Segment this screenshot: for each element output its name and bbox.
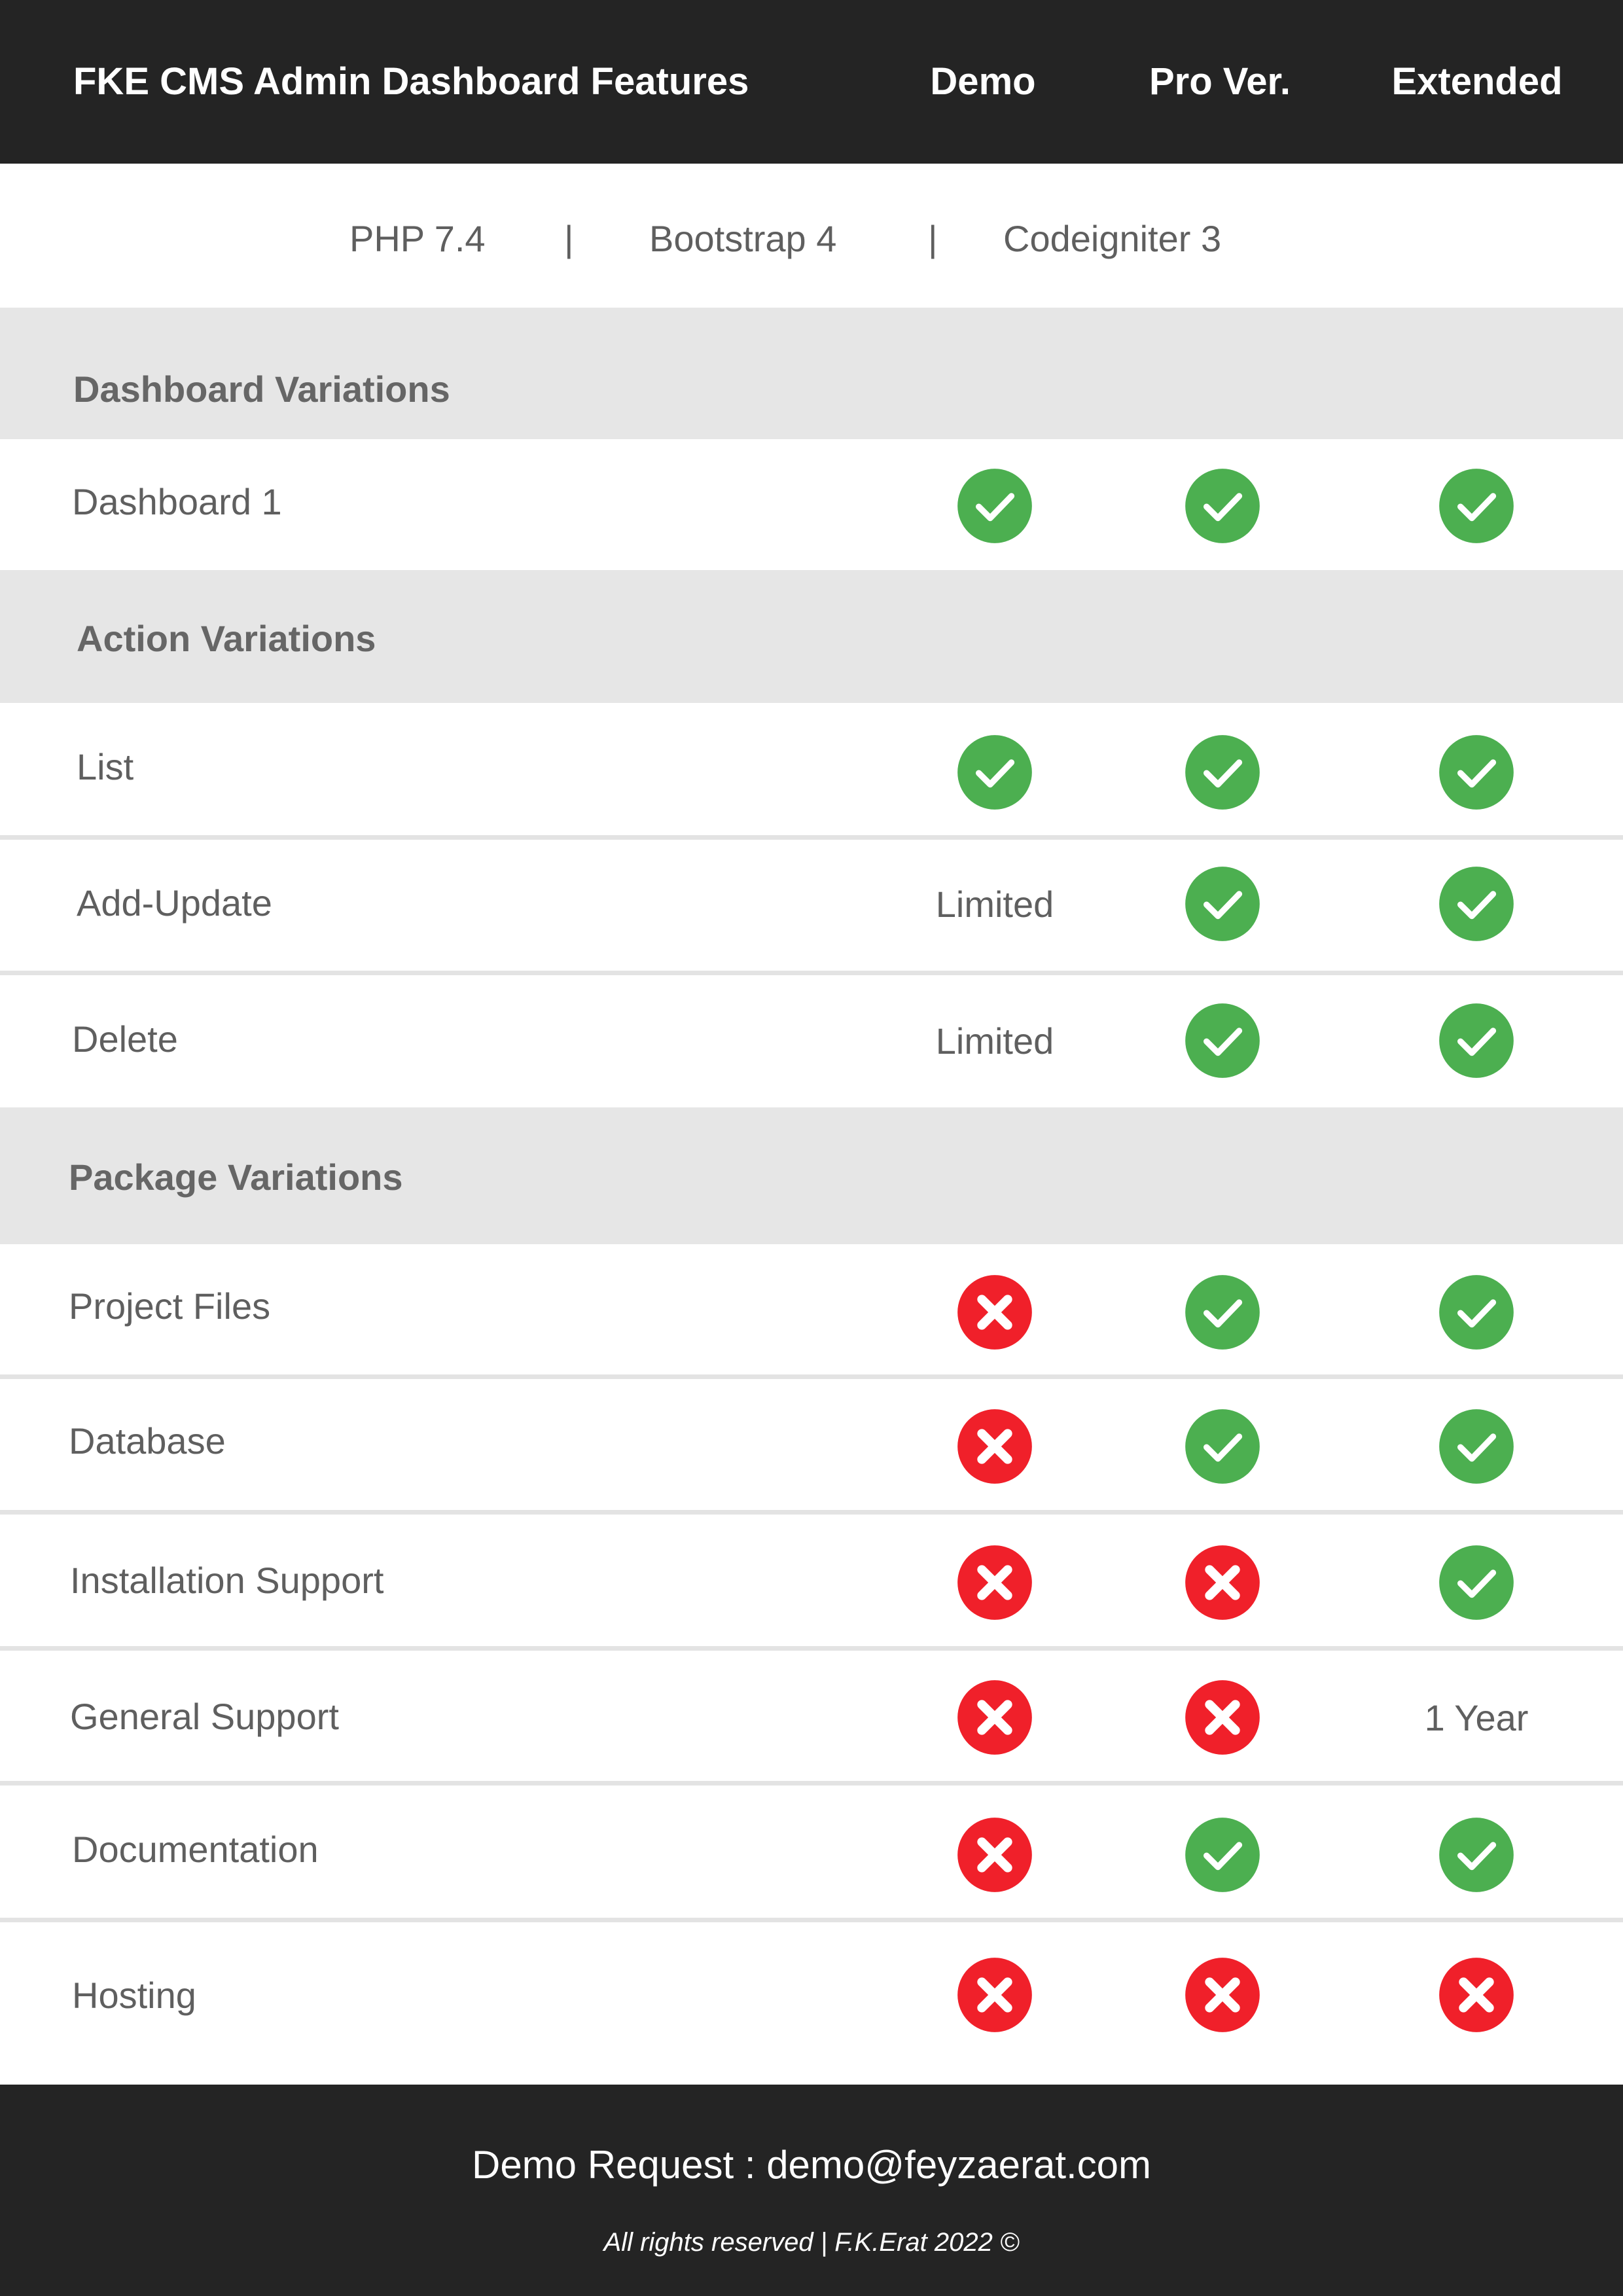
feature-label: Hosting xyxy=(72,1975,196,2016)
tech-separator: | xyxy=(928,218,938,259)
feature-label: Dashboard 1 xyxy=(72,481,282,522)
tech-codeigniter: Codeigniter 3 xyxy=(1003,218,1222,259)
x-circle-icon xyxy=(957,1957,1033,2033)
check-circle-icon xyxy=(1438,1003,1514,1079)
check-circle-icon xyxy=(1185,1817,1260,1893)
cell-list-extended xyxy=(1359,733,1594,812)
x-circle-icon xyxy=(957,1817,1033,1893)
cell-text: Limited xyxy=(935,1020,1054,1062)
section-title: Action Variations xyxy=(77,618,376,659)
tech-bootstrap: Bootstrap 4 xyxy=(649,218,837,259)
check-circle-icon xyxy=(1438,1545,1514,1621)
cell-dashboard1-demo xyxy=(877,467,1113,545)
feature-label: Installation Support xyxy=(70,1560,384,1601)
cell-installation-support-extended xyxy=(1359,1543,1594,1622)
cell-dashboard1-pro xyxy=(1105,467,1340,545)
x-circle-icon xyxy=(1185,1957,1260,2033)
cell-list-pro xyxy=(1105,733,1340,812)
check-circle-icon xyxy=(1438,866,1514,942)
cell-general-support-pro xyxy=(1105,1678,1340,1757)
feature-label: Documentation xyxy=(72,1829,319,1870)
section-title: Package Variations xyxy=(69,1157,403,1198)
section-title: Dashboard Variations xyxy=(73,368,450,410)
feature-label: Delete xyxy=(72,1018,178,1060)
check-circle-icon xyxy=(957,468,1033,544)
cell-hosting-demo xyxy=(877,1956,1113,2034)
tech-php: PHP 7.4 xyxy=(349,218,486,259)
demo-request-text: Demo Request : demo@feyzaerat.com xyxy=(471,2143,1152,2187)
cell-project-files-extended xyxy=(1359,1273,1594,1352)
feature-label: Project Files xyxy=(69,1285,271,1327)
check-circle-icon xyxy=(1438,1817,1514,1893)
check-circle-icon xyxy=(1185,1408,1260,1484)
x-circle-icon xyxy=(1185,1679,1260,1755)
cell-delete-demo: Limited xyxy=(877,1001,1113,1080)
row-divider xyxy=(0,971,1623,975)
row-divider xyxy=(0,1781,1623,1785)
cell-installation-support-demo xyxy=(877,1543,1113,1622)
check-circle-icon xyxy=(1185,1003,1260,1079)
cell-text: 1 Year xyxy=(1424,1696,1529,1738)
row-divider xyxy=(0,1918,1623,1922)
table-header: FKE CMS Admin Dashboard Features Demo Pr… xyxy=(0,0,1623,164)
column-header-pro: Pro Ver. xyxy=(1149,60,1291,103)
cell-add-update-demo: Limited xyxy=(877,865,1113,943)
x-circle-icon xyxy=(957,1679,1033,1755)
cell-project-files-pro xyxy=(1105,1273,1340,1352)
section-package-variations: Package Variations xyxy=(0,1107,1623,1244)
cell-general-support-demo xyxy=(877,1678,1113,1757)
page-title: FKE CMS Admin Dashboard Features xyxy=(73,60,749,103)
cell-hosting-extended xyxy=(1359,1956,1594,2034)
cell-database-pro xyxy=(1105,1407,1340,1486)
feature-label: Add-Update xyxy=(77,882,272,924)
x-circle-icon xyxy=(957,1408,1033,1484)
cell-documentation-extended xyxy=(1359,1816,1594,1894)
row-divider xyxy=(0,835,1623,840)
cell-dashboard1-extended xyxy=(1359,467,1594,545)
cell-installation-support-pro xyxy=(1105,1543,1340,1622)
cell-documentation-demo xyxy=(877,1816,1113,1894)
section-action-variations: Action Variations xyxy=(0,570,1623,703)
cell-add-update-extended xyxy=(1359,865,1594,943)
feature-label: General Support xyxy=(70,1696,339,1737)
cell-project-files-demo xyxy=(877,1273,1113,1352)
column-header-extended: Extended xyxy=(1391,60,1563,103)
cell-add-update-pro xyxy=(1105,865,1340,943)
check-circle-icon xyxy=(1438,1408,1514,1484)
tech-separator: | xyxy=(564,218,574,259)
cell-database-extended xyxy=(1359,1407,1594,1486)
row-divider xyxy=(0,1646,1623,1651)
cell-documentation-pro xyxy=(1105,1816,1340,1894)
cell-database-demo xyxy=(877,1407,1113,1486)
check-circle-icon xyxy=(1185,1274,1260,1350)
cell-list-demo xyxy=(877,733,1113,812)
row-divider xyxy=(0,1510,1623,1515)
copyright-text: All rights reserved | F.K.Erat 2022 © xyxy=(603,2228,1020,2257)
x-circle-icon xyxy=(957,1545,1033,1621)
check-circle-icon xyxy=(1438,734,1514,810)
check-circle-icon xyxy=(957,734,1033,810)
section-dashboard-variations: Dashboard Variations xyxy=(0,308,1623,439)
cell-delete-extended xyxy=(1359,1001,1594,1080)
x-circle-icon xyxy=(957,1274,1033,1350)
row-divider xyxy=(0,1374,1623,1379)
column-header-demo: Demo xyxy=(930,60,1036,103)
cell-delete-pro xyxy=(1105,1001,1340,1080)
footer: Demo Request : demo@feyzaerat.com All ri… xyxy=(0,2085,1623,2296)
check-circle-icon xyxy=(1185,468,1260,544)
feature-label: Database xyxy=(69,1420,226,1462)
check-circle-icon xyxy=(1185,866,1260,942)
check-circle-icon xyxy=(1438,1274,1514,1350)
cell-hosting-pro xyxy=(1105,1956,1340,2034)
cell-general-support-extended: 1 Year xyxy=(1359,1678,1594,1757)
x-circle-icon xyxy=(1185,1545,1260,1621)
tech-stack-bar: PHP 7.4 | Bootstrap 4 | Codeigniter 3 xyxy=(0,164,1623,308)
check-circle-icon xyxy=(1438,468,1514,544)
feature-label: List xyxy=(77,746,134,787)
cell-text: Limited xyxy=(935,883,1054,925)
x-circle-icon xyxy=(1438,1957,1514,2033)
check-circle-icon xyxy=(1185,734,1260,810)
